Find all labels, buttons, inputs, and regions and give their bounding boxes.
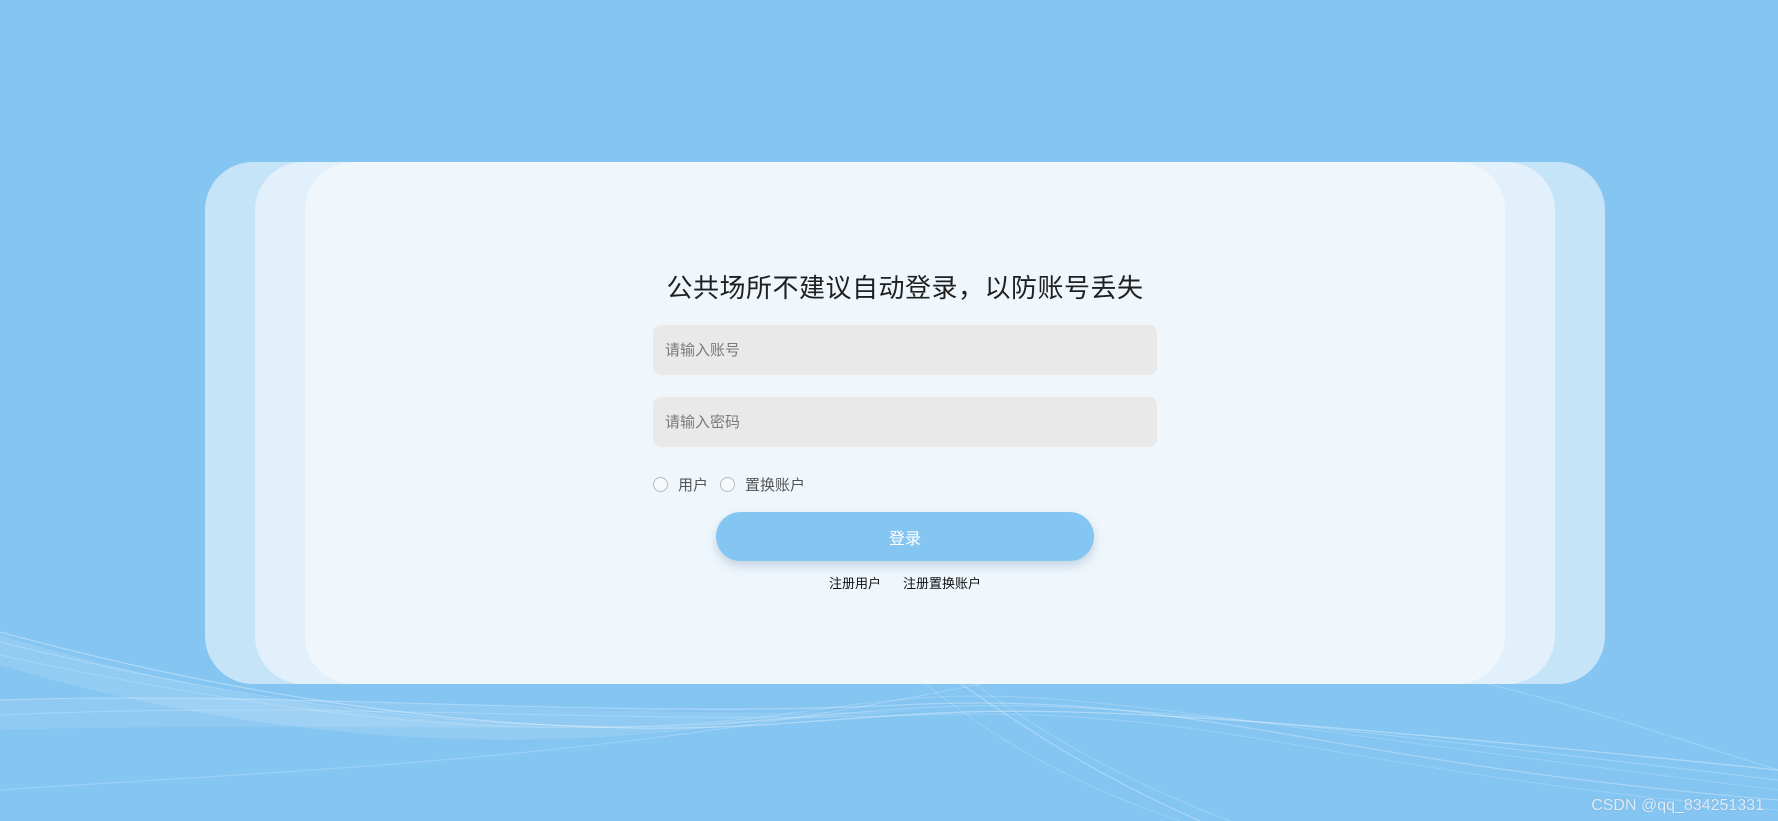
login-button[interactable]: 登录: [716, 512, 1094, 561]
login-card: 公共场所不建议自动登录，以防账号丢失 用户 置换账户 登录 注册用户 注册置换账…: [305, 162, 1505, 684]
radio-option-replacement-account[interactable]: 置换账户: [720, 474, 805, 495]
register-user-link[interactable]: 注册用户: [829, 573, 881, 592]
password-input[interactable]: [653, 397, 1157, 447]
register-links: 注册用户 注册置换账户: [305, 573, 1505, 592]
radio-circle-icon[interactable]: [653, 476, 668, 492]
register-replacement-account-link[interactable]: 注册置换账户: [903, 573, 981, 592]
watermark: CSDN @qq_834251331: [1591, 797, 1764, 814]
radio-option-user[interactable]: 用户: [653, 474, 708, 495]
radio-circle-icon[interactable]: [720, 476, 736, 492]
account-type-radio-group: 用户 置换账户: [653, 473, 817, 495]
page-title: 公共场所不建议自动登录，以防账号丢失: [666, 274, 1144, 304]
radio-label-replacement-account: 置换账户: [745, 475, 806, 494]
account-input[interactable]: [653, 325, 1157, 375]
radio-label-user: 用户: [678, 475, 709, 494]
